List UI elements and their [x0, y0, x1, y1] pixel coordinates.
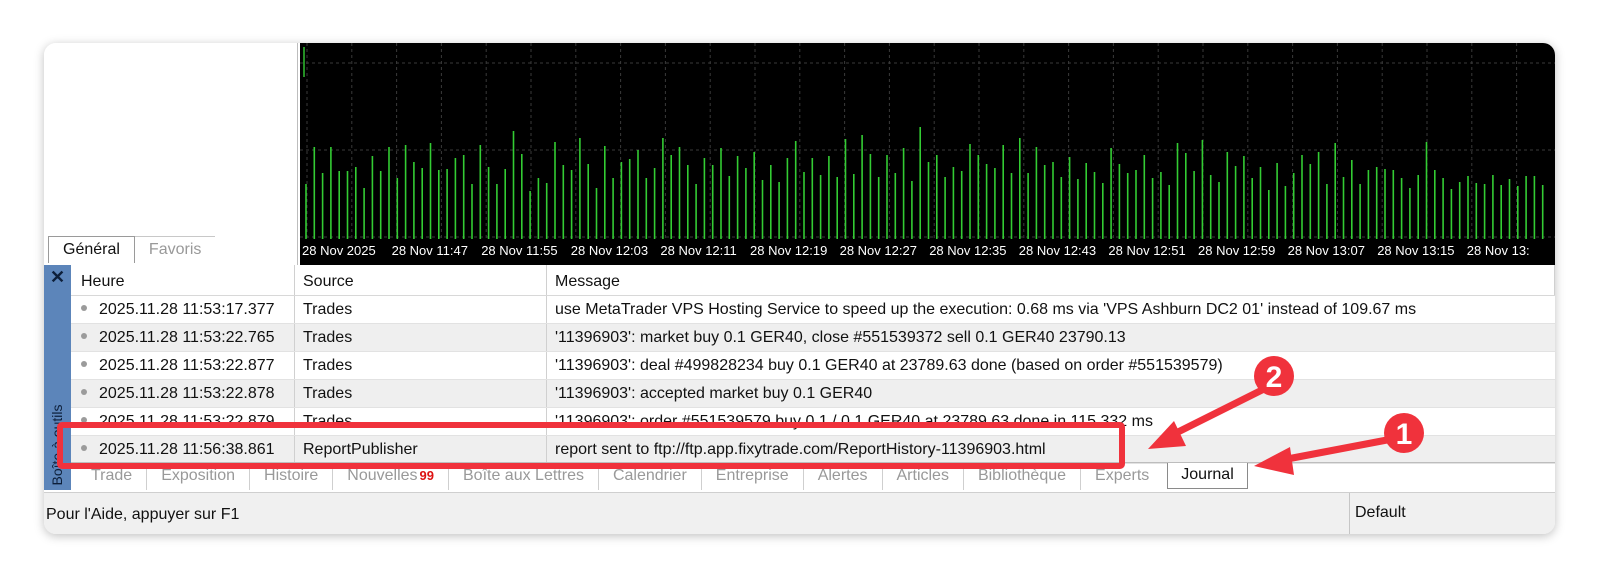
row-message: '11396903': order #551539579 buy 0.1 / 0…	[555, 413, 1153, 430]
tab-calendrier[interactable]: Calendrier	[599, 463, 702, 490]
journal-table: Heure Source Message 2025.11.28 11:53:17…	[71, 265, 1555, 464]
navigator-tab-general[interactable]: Général	[48, 236, 135, 263]
row-time: 2025.11.28 11:53:22.879	[99, 413, 275, 430]
tab-label: Entreprise	[715, 467, 789, 484]
tab-exposition[interactable]: Exposition	[147, 463, 251, 490]
row-message: report sent to ftp://ftp.app.fixytrade.c…	[555, 441, 1046, 458]
column-header-source[interactable]: Source	[295, 265, 547, 295]
chart-x-tick-label: 28 Nov 11:55	[481, 243, 557, 258]
chart-x-tick-label: 28 Nov 11:47	[392, 243, 468, 258]
log-bullet-icon	[81, 304, 87, 311]
tab-label: Bibliothèque	[977, 467, 1067, 484]
status-bar: Pour l'Aide, appuyer sur F1 Default	[44, 492, 1555, 534]
toolbox-vertical-label: Boîte à outils	[49, 404, 65, 486]
table-row[interactable]: 2025.11.28 11:56:38.861 ReportPublisher …	[71, 436, 1555, 464]
close-icon[interactable]: ✕	[44, 265, 71, 289]
tab-label: Articles	[896, 467, 949, 484]
chart-x-tick-label: 28 Nov 13:07	[1288, 243, 1365, 258]
column-header-message[interactable]: Message	[547, 265, 1555, 295]
toolbox-panel: ✕ Boîte à outils Heure Source Message 20…	[44, 265, 1555, 534]
journal-header: Heure Source Message	[71, 265, 1555, 296]
tab-nouvelles[interactable]: Nouvelles 99	[333, 463, 449, 490]
chart-x-tick-label: 28 Nov 12:51	[1108, 243, 1185, 258]
log-bullet-icon	[81, 360, 87, 367]
toolbox-tabs: Trade Exposition Histoire Nouvelles 99 Bo…	[71, 462, 1555, 491]
tab-experts[interactable]: Experts	[1081, 463, 1163, 490]
chart-x-tick-label: 28 Nov 12:27	[840, 243, 917, 258]
row-message: use MetaTrader VPS Hosting Service to sp…	[555, 301, 1417, 318]
row-message: '11396903': market buy 0.1 GER40, close …	[555, 329, 1126, 346]
chart-x-tick-label: 28 Nov 12:11	[660, 243, 736, 258]
status-profile: Default	[1349, 493, 1406, 534]
row-source: Trades	[295, 324, 547, 351]
tab-journal[interactable]: Journal	[1167, 463, 1248, 489]
chart-x-tick-label: 28 Nov 2025	[302, 243, 376, 258]
row-source: Trades	[295, 408, 547, 435]
table-row[interactable]: 2025.11.28 11:53:22.879 Trades '11396903…	[71, 408, 1555, 436]
chart-x-tick-label: 28 Nov 12:59	[1198, 243, 1275, 258]
news-count-badge: 99	[419, 468, 434, 483]
tab-label: Histoire	[264, 467, 319, 484]
tab-bibliotheque[interactable]: Bibliothèque	[964, 463, 1082, 490]
tab-alertes[interactable]: Alertes	[804, 463, 883, 490]
tab-histoire[interactable]: Histoire	[250, 463, 334, 490]
row-time: 2025.11.28 11:53:17.377	[99, 301, 275, 318]
chart-x-tick-label: 28 Nov 13:15	[1377, 243, 1454, 258]
terminal-window: Général Favoris 28 Nov 2025 28 Nov 11:47 2…	[44, 43, 1555, 534]
tab-label: Journal	[1181, 466, 1234, 483]
row-time: 2025.11.28 11:56:38.861	[99, 441, 275, 458]
row-source: ReportPublisher	[295, 436, 547, 463]
tab-trade[interactable]: Trade	[71, 463, 148, 490]
tab-articles[interactable]: Articles	[883, 463, 964, 490]
column-header-time[interactable]: Heure	[71, 265, 295, 295]
log-bullet-icon	[81, 332, 87, 339]
navigator-tab-favoris[interactable]: Favoris	[134, 236, 216, 263]
price-chart[interactable]: 28 Nov 2025 28 Nov 11:47 28 Nov 11:55 28 No…	[300, 43, 1555, 265]
chart-x-tick-label: 28 Nov 13:	[1467, 243, 1530, 258]
row-time: 2025.11.28 11:53:22.877	[99, 357, 275, 374]
row-source: Trades	[295, 352, 547, 379]
table-row[interactable]: 2025.11.28 11:53:22.765 Trades '11396903…	[71, 324, 1555, 352]
tab-label: Trade	[91, 467, 133, 484]
volume-chart-svg: 28 Nov 2025 28 Nov 11:47 28 Nov 11:55 28 No…	[300, 43, 1555, 258]
row-time: 2025.11.28 11:53:22.765	[99, 329, 275, 346]
tab-label: Experts	[1095, 467, 1150, 484]
tab-label: Exposition	[161, 467, 236, 484]
row-source: Trades	[295, 380, 547, 407]
log-bullet-icon	[81, 388, 87, 395]
row-message: '11396903': deal #499828234 buy 0.1 GER4…	[555, 357, 1223, 374]
chart-x-tick-label: 28 Nov 12:43	[1019, 243, 1096, 258]
tab-label: Calendrier	[612, 467, 687, 484]
toolbox-sidebar: ✕ Boîte à outils	[44, 265, 71, 490]
log-bullet-icon	[81, 416, 87, 423]
tab-label: Nouvelles	[347, 467, 418, 484]
chart-x-tick-label: 28 Nov 12:19	[750, 243, 827, 258]
tab-label: Boîte aux Lettres	[463, 467, 584, 484]
table-row[interactable]: 2025.11.28 11:53:22.878 Trades '11396903…	[71, 380, 1555, 408]
row-time: 2025.11.28 11:53:22.878	[99, 385, 275, 402]
tab-entreprise[interactable]: Entreprise	[702, 463, 804, 490]
row-message: '11396903': accepted market buy 0.1 GER4…	[555, 385, 873, 402]
chart-x-tick-label: 28 Nov 12:35	[929, 243, 1006, 258]
tab-label: Alertes	[817, 467, 868, 484]
row-source: Trades	[295, 296, 547, 323]
navigator-tabs: Général Favoris	[48, 236, 216, 264]
chart-x-tick-label: 28 Nov 12:03	[571, 243, 648, 258]
navigator-panel: Général Favoris	[44, 43, 298, 265]
status-help-text: Pour l'Aide, appuyer sur F1	[46, 506, 240, 523]
tab-boite-aux-lettres[interactable]: Boîte aux Lettres	[449, 463, 599, 490]
table-row[interactable]: 2025.11.28 11:53:17.377 Trades use MetaT…	[71, 296, 1555, 324]
table-row[interactable]: 2025.11.28 11:53:22.877 Trades '11396903…	[71, 352, 1555, 380]
log-bullet-icon	[81, 444, 87, 451]
